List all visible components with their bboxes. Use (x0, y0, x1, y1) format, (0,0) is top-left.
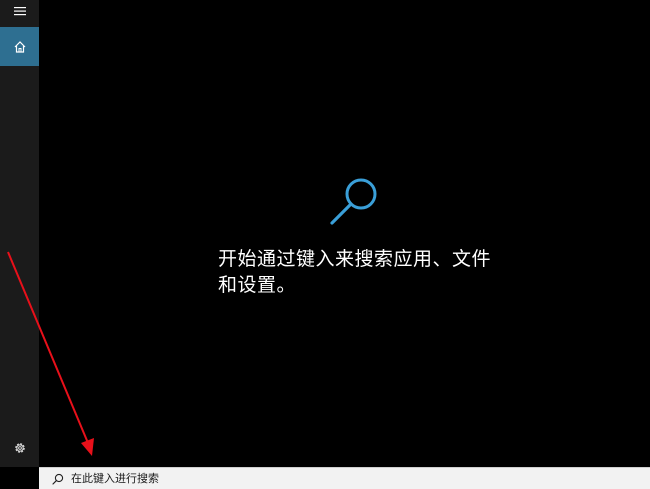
home-icon (14, 40, 25, 53)
gear-icon (14, 443, 25, 453)
sidebar (0, 0, 39, 467)
hint-line-1: 开始通过键入来搜索应用、文件 (218, 248, 492, 270)
magnifier-icon (330, 178, 377, 225)
taskbar-search-box[interactable] (39, 467, 650, 489)
settings-button[interactable] (0, 433, 39, 463)
menu-button[interactable] (0, 0, 39, 22)
home-button[interactable] (0, 27, 39, 66)
hamburger-menu-icon (13, 7, 26, 16)
hint-line-2: 和设置。 (218, 274, 297, 296)
search-home-pane (39, 0, 650, 467)
search-input[interactable] (71, 469, 571, 488)
start-search-window: 开始通过键入来搜索应用、文件 和设置。 (0, 0, 650, 489)
search-icon (47, 468, 69, 489)
search-hint-text: 开始通过键入来搜索应用、文件 和设置。 (218, 246, 508, 298)
